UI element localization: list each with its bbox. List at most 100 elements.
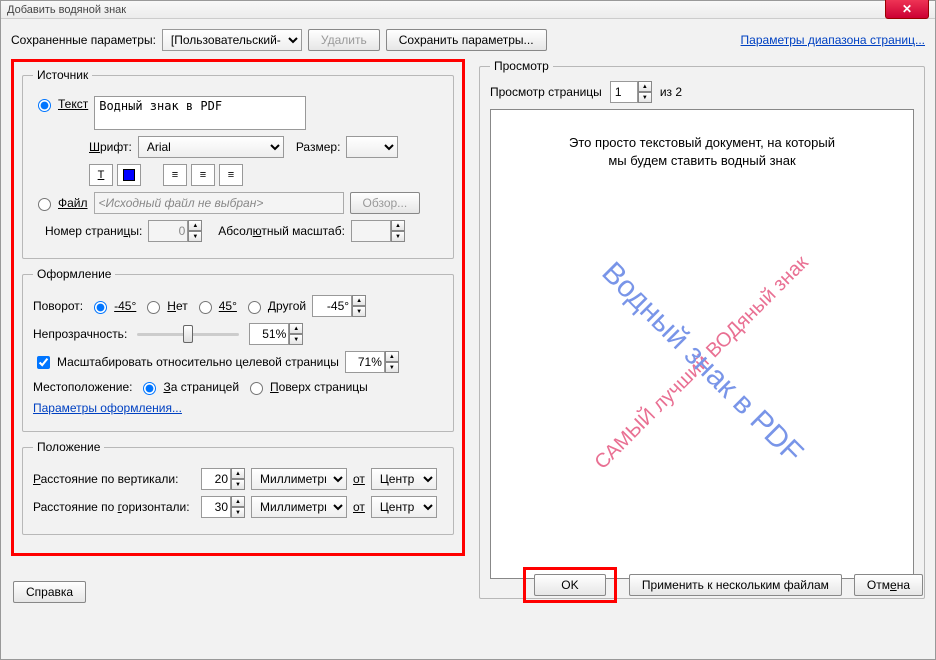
spin-down-icon[interactable]: ▼ (231, 507, 245, 518)
page-number-label: Номер страницы: (45, 224, 142, 238)
font-select[interactable]: Arial (138, 136, 284, 158)
spin-down-icon[interactable]: ▼ (188, 231, 202, 242)
file-radio-label[interactable]: Файл (33, 195, 88, 211)
spin-down-icon[interactable]: ▼ (352, 306, 366, 317)
scale-spinner[interactable]: ▲▼ (345, 351, 399, 373)
bottom-left-buttons: Справка (13, 581, 86, 603)
rot-other-input[interactable] (312, 295, 352, 317)
delete-preset-button[interactable]: Удалить (308, 29, 380, 51)
help-button[interactable]: Справка (13, 581, 86, 603)
v-unit-select[interactable]: Миллиметры (251, 468, 347, 490)
scale-checkbox-label[interactable]: Масштабировать относительно целевой стра… (33, 353, 339, 372)
position-group: Положение Расстояние по вертикали: ▲▼ Ми… (22, 440, 454, 535)
spin-up-icon[interactable]: ▲ (231, 496, 245, 507)
right-column: Просмотр Просмотр страницы ▲▼ из 2 Это п… (479, 59, 925, 607)
bottom-right-buttons: OK Применить к нескольким файлам Отмена (523, 567, 923, 603)
spin-down-icon[interactable]: ▼ (289, 334, 303, 345)
spin-up-icon[interactable]: ▲ (638, 81, 652, 92)
left-column: Источник Текст Водный знак в PDF Шрифт: (11, 59, 465, 607)
ok-button[interactable]: OK (534, 574, 606, 596)
spin-up-icon[interactable]: ▲ (391, 220, 405, 231)
loc-over-radio[interactable] (250, 382, 263, 395)
ok-highlight: OK (523, 567, 617, 603)
spin-down-icon[interactable]: ▼ (385, 362, 399, 373)
preview-page-label: Просмотр страницы (490, 85, 602, 99)
abs-scale-input[interactable] (351, 220, 391, 242)
h-distance-spinner[interactable]: ▲▼ (201, 496, 245, 518)
close-button[interactable]: ✕ (885, 0, 929, 19)
text-color-icon[interactable] (117, 164, 141, 186)
rot-m45-radio[interactable] (94, 301, 107, 314)
appearance-group: Оформление Поворот: -45° Нет 45° Другой … (22, 267, 454, 432)
v-distance-spinner[interactable]: ▲▼ (201, 468, 245, 490)
loc-behind-label[interactable]: За страницей (138, 379, 239, 395)
page-number-spinner[interactable]: ▲▼ (148, 220, 202, 242)
rot-other-label[interactable]: Другой (243, 298, 306, 314)
underline-icon[interactable]: T (89, 164, 113, 186)
spin-up-icon[interactable]: ▲ (231, 468, 245, 479)
rot-m45-label[interactable]: -45° (89, 298, 136, 314)
rot-p45-label[interactable]: 45° (194, 298, 237, 314)
size-label: Размер: (296, 140, 341, 154)
v-from-label: от (353, 472, 365, 486)
scale-input[interactable] (345, 351, 385, 373)
font-label: Шрифт: (89, 140, 132, 154)
page-number-input[interactable] (148, 220, 188, 242)
source-group: Источник Текст Водный знак в PDF Шрифт: (22, 68, 454, 259)
scale-checkbox[interactable] (37, 356, 50, 369)
size-select[interactable] (346, 136, 398, 158)
file-radio-text: Файл (58, 196, 88, 210)
top-toolbar: Сохраненные параметры: [Пользовательский… (11, 29, 925, 51)
preview-page-input[interactable] (610, 81, 638, 103)
preview-page-spinner[interactable]: ▲▼ (610, 81, 652, 103)
preview-canvas: Это просто текстовый документ, на которы… (490, 109, 914, 579)
spin-up-icon[interactable]: ▲ (385, 351, 399, 362)
watermark-text-input[interactable]: Водный знак в PDF (94, 96, 306, 130)
rot-none-radio[interactable] (147, 301, 160, 314)
spin-up-icon[interactable]: ▲ (352, 295, 366, 306)
opacity-spinner[interactable]: ▲▼ (249, 323, 303, 345)
spin-down-icon[interactable]: ▼ (638, 92, 652, 103)
page-range-link[interactable]: Параметры диапазона страниц... (741, 33, 925, 47)
h-distance-label: Расстояние по горизонтали: (33, 500, 195, 514)
rot-none-label[interactable]: Нет (142, 298, 187, 314)
file-radio[interactable] (38, 198, 51, 211)
v-distance-input[interactable] (201, 468, 231, 490)
v-from-select[interactable]: Центр (371, 468, 437, 490)
spin-down-icon[interactable]: ▼ (231, 479, 245, 490)
opacity-input[interactable] (249, 323, 289, 345)
save-preset-button[interactable]: Сохранить параметры... (386, 29, 547, 51)
cancel-button[interactable]: Отмена (854, 574, 923, 596)
spin-up-icon[interactable]: ▲ (188, 220, 202, 231)
appearance-legend: Оформление (33, 267, 115, 281)
apply-multiple-button[interactable]: Применить к нескольким файлам (629, 574, 842, 596)
preview-group: Просмотр Просмотр страницы ▲▼ из 2 Это п… (479, 59, 925, 599)
h-distance-input[interactable] (201, 496, 231, 518)
loc-over-label[interactable]: Поверх страницы (245, 379, 368, 395)
titlebar: Добавить водяной знак (1, 1, 935, 19)
saved-presets-select[interactable]: [Пользовательский-не (162, 29, 302, 51)
align-center-icon[interactable]: ≡ (191, 164, 215, 186)
rot-p45-radio[interactable] (199, 301, 212, 314)
align-right-icon[interactable]: ≡ (219, 164, 243, 186)
content-area: Сохраненные параметры: [Пользовательский… (1, 19, 935, 613)
text-radio-label[interactable]: Текст (33, 96, 88, 112)
h-from-select[interactable]: Центр (371, 496, 437, 518)
rot-other-radio[interactable] (248, 301, 261, 314)
align-left-icon[interactable]: ≡ (163, 164, 187, 186)
abs-scale-spinner[interactable]: ▲▼ (351, 220, 405, 242)
file-path-display: <Исходный файл не выбран> (94, 192, 344, 214)
slider-thumb-icon[interactable] (183, 325, 193, 343)
spin-down-icon[interactable]: ▼ (391, 231, 405, 242)
opacity-slider[interactable] (133, 323, 243, 345)
close-icon: ✕ (902, 2, 912, 16)
loc-behind-radio[interactable] (143, 382, 156, 395)
rot-other-spinner[interactable]: ▲▼ (312, 295, 366, 317)
rotation-label: Поворот: (33, 299, 83, 313)
spin-up-icon[interactable]: ▲ (289, 323, 303, 334)
appearance-options-link[interactable]: Параметры оформления... (33, 401, 182, 415)
scale-checkbox-text: Масштабировать относительно целевой стра… (57, 355, 339, 369)
browse-button[interactable]: Обзор... (350, 192, 421, 214)
h-unit-select[interactable]: Миллиметры (251, 496, 347, 518)
text-radio[interactable] (38, 99, 51, 112)
